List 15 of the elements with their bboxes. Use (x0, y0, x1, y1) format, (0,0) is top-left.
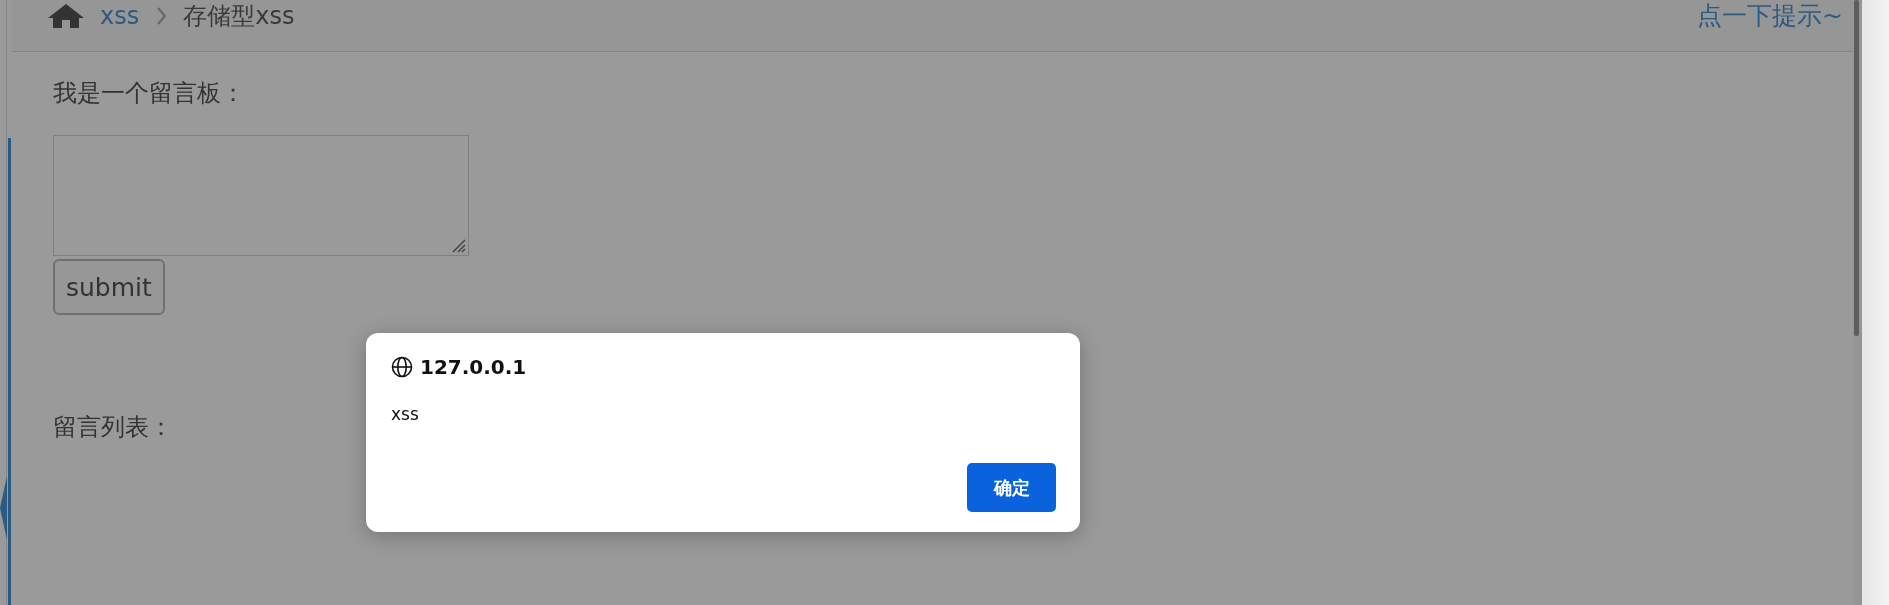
submit-button[interactable]: submit (53, 259, 165, 315)
home-icon[interactable] (48, 4, 84, 28)
hint-link[interactable]: 点一下提示~ (1697, 0, 1843, 32)
dialog-message: xss (391, 404, 420, 424)
dialog-origin: 127.0.0.1 (420, 355, 527, 379)
breadcrumb-link[interactable]: xss (100, 0, 140, 32)
ok-button[interactable]: 确定 (967, 463, 1056, 512)
collapse-arrow-icon[interactable] (0, 476, 7, 540)
globe-icon (391, 356, 413, 378)
breadcrumb-current: 存储型xss (183, 1, 295, 32)
scrollbar-thumb[interactable] (1854, 0, 1859, 336)
chevron-icon (155, 6, 168, 26)
form-label: 我是一个留言板： (53, 78, 245, 108)
list-heading: 留言列表： (53, 412, 173, 442)
message-input-field[interactable] (53, 135, 469, 256)
